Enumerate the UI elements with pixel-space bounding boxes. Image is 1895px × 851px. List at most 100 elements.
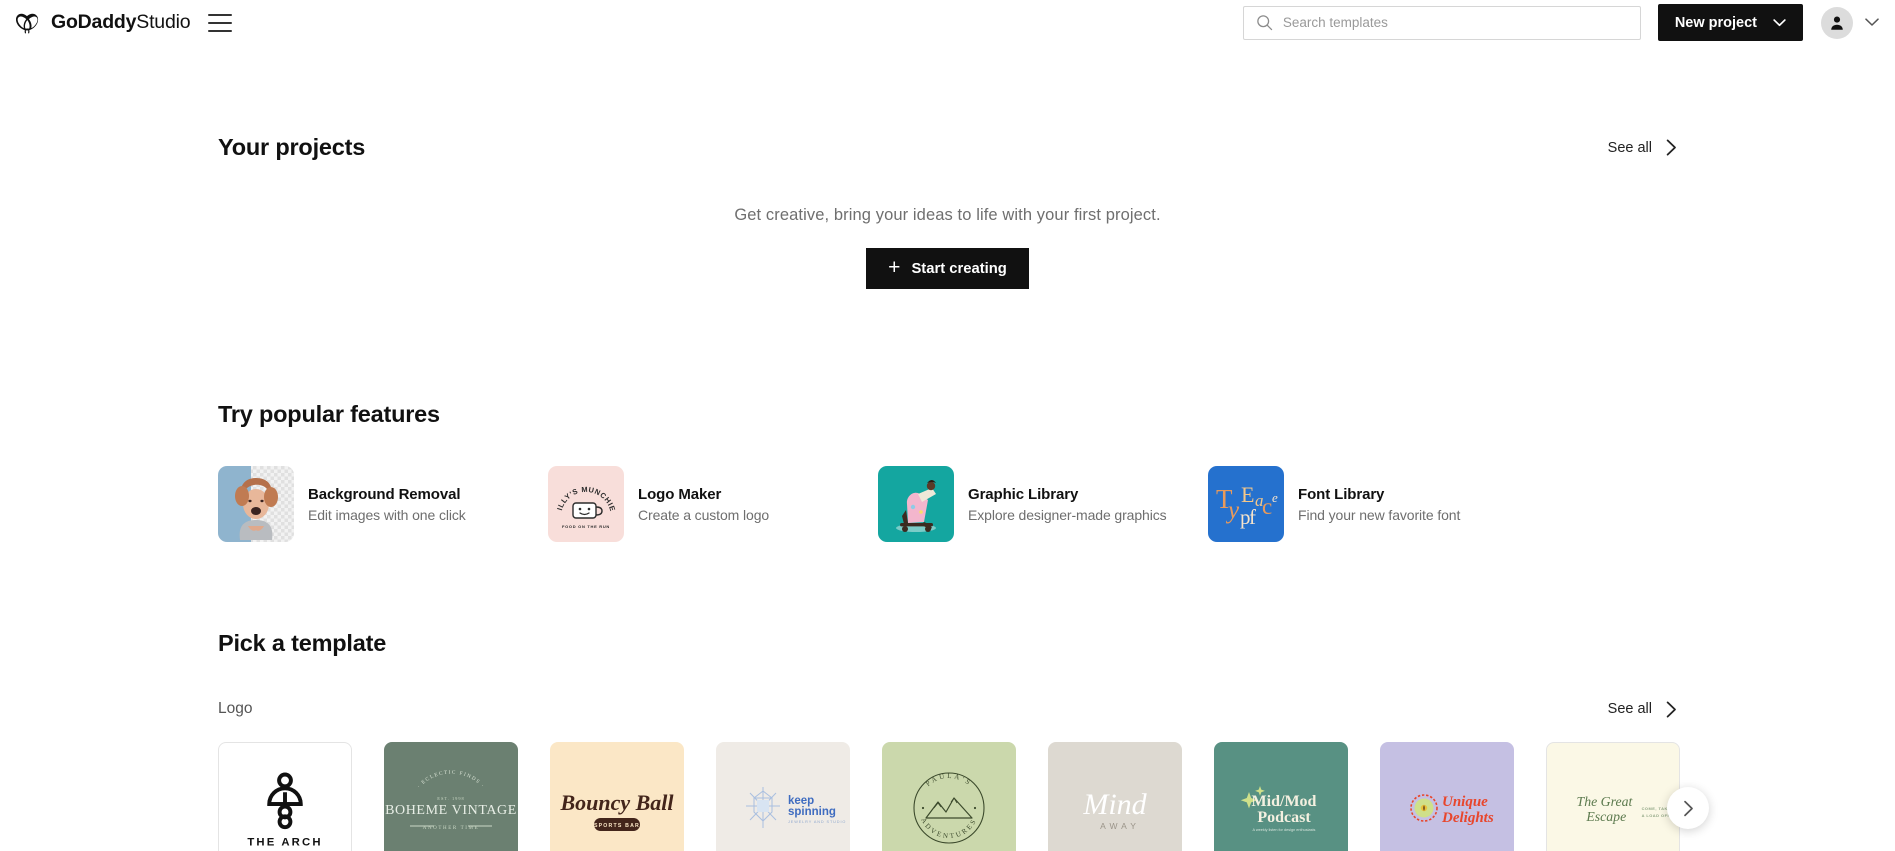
template-card-the-arch[interactable]: THE ARCH — [218, 742, 352, 851]
mid-mod-podcast-logo-art: Mid/Mod Podcast A weekly listen for desi… — [1240, 786, 1317, 832]
your-projects-header: Your projects See all — [218, 134, 1677, 161]
avatar[interactable] — [1821, 6, 1853, 39]
projects-see-all-link[interactable]: See all — [1608, 139, 1677, 156]
header-right-cluster: New project — [1242, 0, 1895, 45]
godaddy-logo-icon — [16, 13, 39, 33]
feature-subtitle: Create a custom logo — [638, 506, 770, 523]
start-creating-button[interactable]: + Start creating — [866, 248, 1029, 289]
chevron-right-icon — [1666, 139, 1676, 156]
see-all-label: See all — [1607, 701, 1652, 717]
svg-text:PAULA'S: PAULA'S — [924, 772, 973, 788]
svg-text:y: y — [1225, 497, 1240, 524]
features-title: Try popular features — [218, 401, 440, 427]
feature-subtitle: Edit images with one click — [308, 506, 466, 523]
font-library-thumbnail: T y E p f a c e — [1208, 466, 1284, 542]
svg-text:Escape: Escape — [1585, 809, 1626, 824]
template-category-header: Logo See all — [218, 700, 1677, 718]
page-title: Your projects — [218, 134, 366, 160]
feature-title: Logo Maker — [638, 485, 722, 503]
feature-subtitle: Explore designer-made graphics — [968, 506, 1167, 523]
svg-text:e: e — [1272, 490, 1278, 505]
svg-text:Delights: Delights — [1441, 810, 1494, 826]
search-box[interactable] — [1242, 5, 1641, 40]
chevron-right-icon — [1683, 800, 1693, 816]
paulas-adventures-logo-art: PAULA'S ADVENTURES — [913, 772, 985, 844]
templates-title: Pick a template — [218, 630, 387, 656]
svg-text:EST. 1998: EST. 1998 — [437, 796, 464, 801]
feature-text-group: Font Library Find your new favorite font — [1298, 486, 1460, 523]
template-card-mid-mod-podcast[interactable]: Mid/Mod Podcast A weekly listen for desi… — [1214, 742, 1348, 851]
your-projects-section: Your projects See all Get creative, brin… — [0, 45, 1895, 289]
svg-text:★ SPORTS BAR ★: ★ SPORTS BAR ★ — [586, 823, 649, 829]
app-header: GoDaddyStudio New project — [0, 0, 1895, 45]
typeface-lettering-art: T y E p f a c e — [1216, 482, 1278, 529]
template-label: Unique — [1442, 794, 1488, 810]
user-avatar-icon — [1831, 16, 1843, 30]
svg-text:spinning: spinning — [788, 806, 836, 818]
feature-background-removal[interactable]: Background Removal Edit images with one … — [218, 466, 548, 542]
svg-text:· ECLECTIC FINDS ·: · ECLECTIC FINDS · — [416, 770, 486, 790]
carousel-next-button[interactable] — [1667, 787, 1709, 829]
mind-away-logo-art: Mind AWAY — [1082, 788, 1147, 831]
new-project-button[interactable]: New project — [1657, 4, 1803, 41]
popular-features-section: Try popular features Background Removal … — [0, 289, 1895, 542]
keep-spinning-logo-art: keep spinning JEWELRY AND STUDIO — [746, 787, 846, 828]
template-card-paulas-adventures[interactable]: PAULA'S ADVENTURES — [882, 742, 1016, 851]
logo-maker-thumbnail: MILLY'S MUNCHIES FOOD ON THE RUN — [548, 466, 624, 542]
brand-logo[interactable]: GoDaddyStudio — [16, 10, 191, 36]
account-menu[interactable] — [1821, 6, 1895, 39]
skateboarder-illustration — [896, 480, 936, 532]
svg-text:A weekly listen for design ent: A weekly listen for design enthusiasts — [1253, 828, 1316, 832]
feature-logo-maker[interactable]: MILLY'S MUNCHIES FOOD ON THE RUN Logo Ma… — [548, 466, 878, 542]
main-content: Your projects See all Get creative, brin… — [0, 45, 1895, 851]
empty-state-text: Get creative, bring your ideas to life w… — [734, 206, 1161, 224]
bouncy-ball-logo-art: Bouncy Ball ★ SPORTS BAR ★ — [559, 790, 674, 831]
template-card-bouncy-ball[interactable]: Bouncy Ball ★ SPORTS BAR ★ — [550, 742, 684, 851]
brand-text: GoDaddyStudio — [51, 11, 191, 34]
millys-munchies-logo-art: MILLY'S MUNCHIES FOOD ON THE RUN — [548, 466, 617, 529]
start-creating-label: Start creating — [911, 260, 1007, 277]
svg-text:A LOAD OFF: A LOAD OFF — [1642, 813, 1671, 818]
template-card-boheme-vintage[interactable]: · ECLECTIC FINDS · EST. 1998 BOHEME VINT… — [384, 742, 518, 851]
svg-text:JEWELRY AND STUDIO: JEWELRY AND STUDIO — [788, 820, 846, 824]
template-category-label: Logo — [218, 700, 253, 717]
projects-empty-state: Get creative, bring your ideas to life w… — [218, 206, 1677, 289]
background-removal-thumbnail — [218, 466, 294, 542]
pick-a-template-section: Pick a template Logo See all THE ARCH · … — [0, 542, 1895, 851]
see-all-label: See all — [1607, 139, 1652, 156]
template-card-mind-away[interactable]: Mind AWAY — [1048, 742, 1182, 851]
graphic-library-thumbnail — [878, 466, 954, 542]
templates-see-all-link[interactable]: See all — [1608, 701, 1677, 718]
feature-text-group: Logo Maker Create a custom logo — [638, 486, 769, 523]
feature-title: Graphic Library — [968, 485, 1079, 503]
template-label: BOHEME VINTAGE — [385, 803, 517, 818]
chevron-down-icon — [1773, 18, 1786, 26]
the-arch-logo-art: THE ARCH — [247, 772, 322, 848]
template-label: THE ARCH — [247, 836, 322, 848]
template-label: Bouncy Ball — [559, 790, 674, 815]
features-grid: Background Removal Edit images with one … — [218, 466, 1677, 542]
svg-text:E: E — [1241, 482, 1254, 507]
hamburger-menu-icon[interactable] — [208, 13, 233, 32]
chevron-right-icon — [1666, 701, 1676, 717]
svg-text:AWAY: AWAY — [1100, 821, 1140, 831]
feature-subtitle: Find your new favorite font — [1298, 506, 1461, 523]
new-project-label: New project — [1674, 14, 1757, 31]
svg-text:FOOD ON THE RUN: FOOD ON THE RUN — [562, 524, 610, 529]
search-input[interactable] — [1282, 15, 1628, 30]
brand-name-bold: GoDaddy — [51, 11, 137, 33]
feature-title: Background Removal — [308, 485, 461, 503]
feature-graphic-library[interactable]: Graphic Library Explore designer-made gr… — [878, 466, 1208, 542]
template-card-unique-delights[interactable]: Unique Delights — [1380, 742, 1514, 851]
template-label: Mind — [1082, 788, 1147, 821]
boheme-vintage-logo-art: · ECLECTIC FINDS · EST. 1998 BOHEME VINT… — [385, 770, 517, 831]
plus-icon: + — [888, 256, 901, 279]
template-carousel: THE ARCH · ECLECTIC FINDS · EST. 1998 BO… — [218, 742, 1709, 851]
template-card-the-great-escape[interactable]: The Great Escape COME, TAKE A LOAD OFF — [1546, 742, 1680, 851]
feature-font-library[interactable]: T y E p f a c e Font Library Find your n… — [1208, 466, 1538, 542]
template-card-keep-spinning[interactable]: keep spinning JEWELRY AND STUDIO — [716, 742, 850, 851]
feature-text-group: Graphic Library Explore designer-made gr… — [968, 486, 1167, 523]
chevron-down-icon[interactable] — [1865, 18, 1879, 27]
unique-delights-logo-art: Unique Delights — [1410, 794, 1494, 826]
brand-name-light: Studio — [136, 11, 191, 33]
